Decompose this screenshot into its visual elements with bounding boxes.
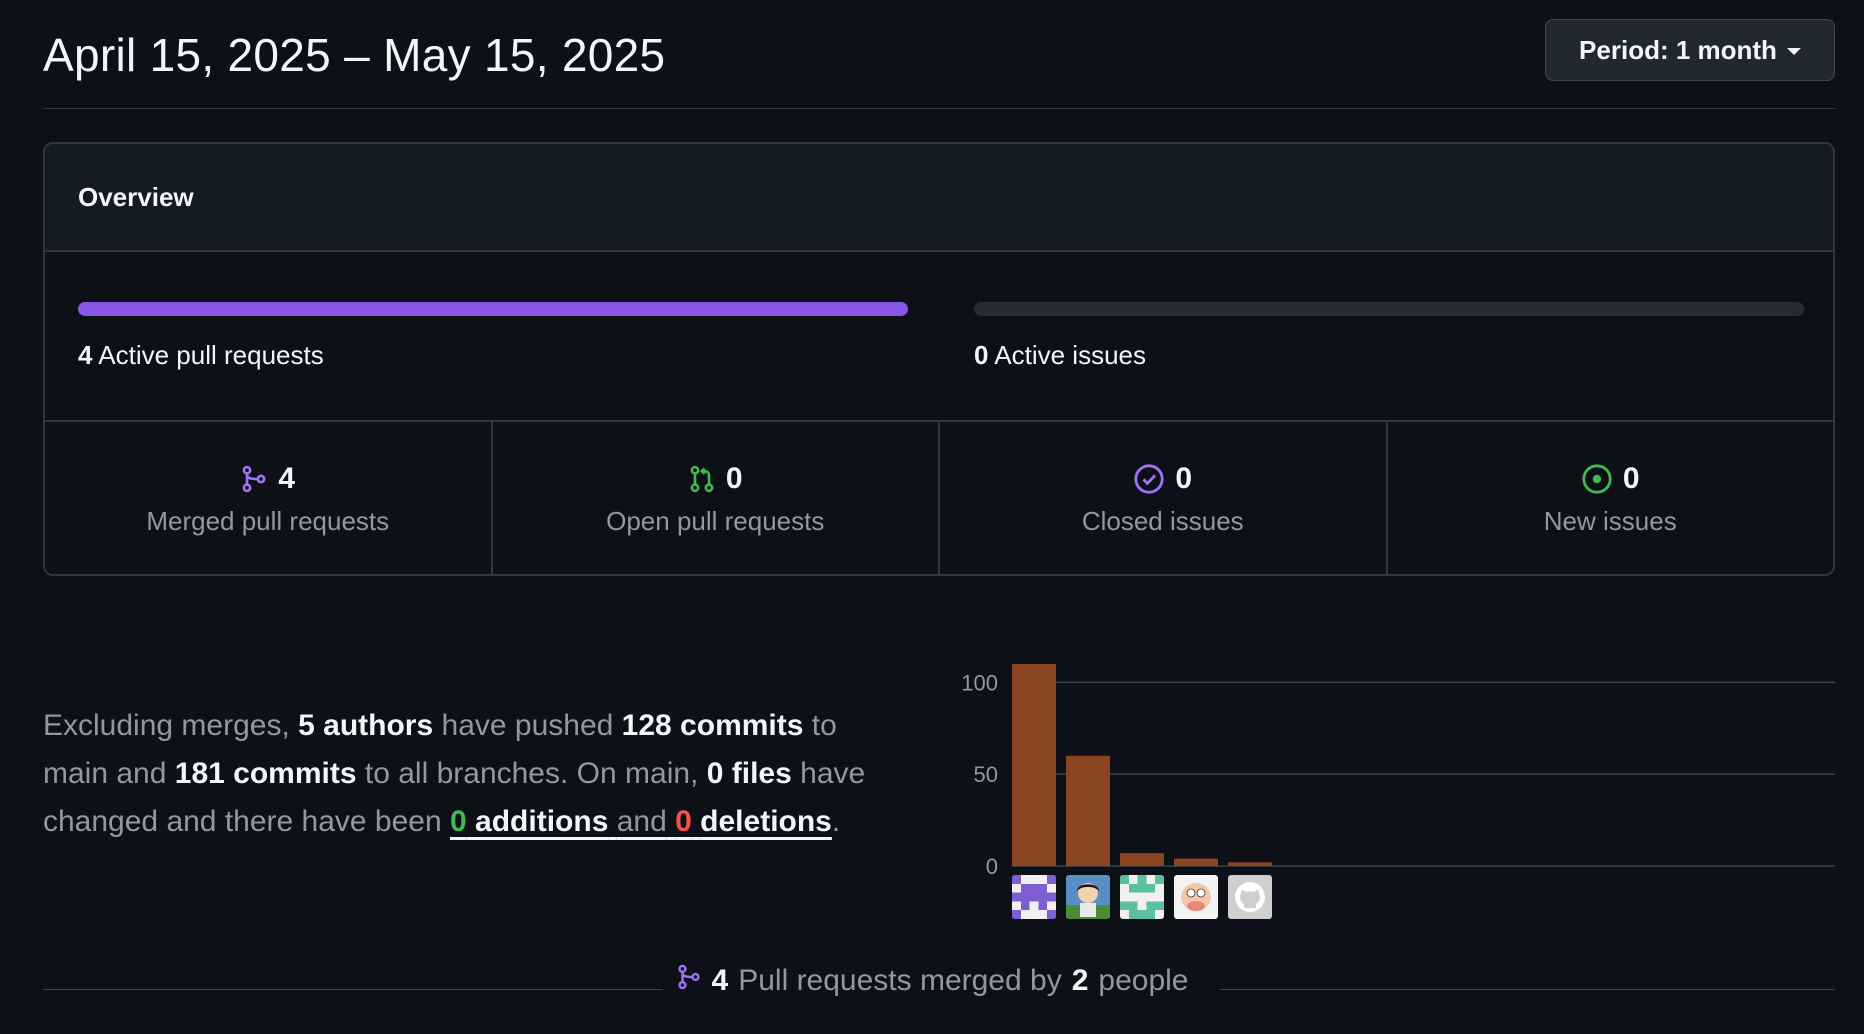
period-dropdown-button[interactable]: Period: 1 month — [1545, 19, 1835, 81]
stat-closed-issues[interactable]: 0 Closed issues — [940, 422, 1388, 574]
pull-requests-progress-bar — [78, 302, 908, 316]
additions-label: additions — [475, 805, 609, 838]
git-merge-icon — [240, 464, 268, 494]
active-issues-link[interactable]: 0 Active issues — [974, 340, 1146, 371]
issues-progress-bar — [974, 302, 1804, 316]
contributor-avatar[interactable] — [1066, 875, 1110, 919]
date-range-title: April 15, 2025 – May 15, 2025 — [43, 29, 666, 81]
overview-box: Overview 4 Active pull requests 0 Active… — [43, 142, 1835, 576]
active-issues-label: Active issues — [994, 340, 1146, 370]
additions-deletions-link[interactable]: 0 additions and 0 deletions — [450, 805, 832, 838]
main-commits-count: 128 commits — [621, 709, 804, 742]
footer-text: people — [1098, 964, 1189, 997]
open-pull-requests-label: Open pull requests — [606, 505, 825, 536]
page-header: April 15, 2025 – May 15, 2025 Period: 1 … — [43, 0, 1835, 109]
summary-text: Excluding merges, — [43, 709, 290, 742]
active-pull-requests-count: 4 — [78, 340, 93, 370]
y-tick-label: 50 — [974, 762, 998, 787]
y-tick-label: 100 — [961, 670, 998, 695]
active-issues-count: 0 — [974, 340, 989, 370]
overview-header: Overview — [45, 144, 1833, 252]
closed-issues-label: Closed issues — [1081, 505, 1244, 536]
summary-text: to all branches. On main, — [364, 757, 699, 790]
stat-new-issues[interactable]: 0 New issues — [1388, 422, 1834, 574]
open-pull-requests-count: 0 — [725, 461, 743, 495]
contributor-avatar[interactable] — [1228, 875, 1272, 919]
new-issues-label: New issues — [1543, 505, 1677, 536]
summary-text: have pushed — [441, 709, 614, 742]
merged-pull-requests-count: 4 — [278, 461, 296, 495]
active-pull-requests-label: Active pull requests — [98, 340, 324, 370]
contributor-avatar[interactable] — [1174, 875, 1218, 919]
chart-bar[interactable] — [1174, 858, 1218, 866]
new-issues-count: 0 — [1622, 461, 1640, 495]
deletions-label: deletions — [700, 805, 832, 838]
chart-bar[interactable] — [1120, 853, 1164, 866]
files-changed-count: 0 files — [706, 757, 792, 790]
summary-text: . — [831, 805, 841, 838]
stat-open-pull-requests[interactable]: 0 Open pull requests — [493, 422, 940, 574]
chevron-down-icon — [1786, 48, 1801, 55]
contributor-avatar[interactable] — [1012, 875, 1056, 919]
merged-pull-requests-label: Merged pull requests — [146, 505, 390, 536]
closed-issues-count: 0 — [1175, 461, 1193, 495]
issue-closed-icon — [1133, 463, 1165, 495]
git-pull-request-icon — [688, 464, 716, 494]
merged-pr-count: 4 — [711, 964, 729, 997]
overview-stats: 4 Merged pull requests 0 Open pull reque… — [45, 422, 1834, 574]
authors-count: 5 authors — [298, 709, 434, 742]
chart-bar[interactable] — [1066, 755, 1110, 866]
additions-count: 0 — [450, 805, 467, 838]
chart-bar[interactable] — [1012, 664, 1056, 866]
activity-bars: 4 Active pull requests 0 Active issues — [45, 252, 1833, 422]
stat-merged-pull-requests[interactable]: 4 Merged pull requests — [45, 422, 493, 574]
pull-requests-progress-fill — [78, 302, 908, 316]
y-tick-label: 0 — [986, 854, 998, 879]
overview-title: Overview — [78, 181, 194, 212]
git-merge-icon — [676, 962, 702, 1000]
active-pull-requests-link[interactable]: 4 Active pull requests — [78, 340, 324, 371]
commit-summary: Excluding merges, 5 authors have pushed … — [43, 702, 903, 846]
issue-opened-icon — [1581, 463, 1613, 495]
deletions-count: 0 — [675, 805, 692, 838]
people-count: 2 — [1071, 964, 1089, 997]
period-label: Period: 1 month — [1579, 34, 1777, 65]
summary-text: and — [616, 805, 667, 838]
footer-text: Pull requests merged by — [738, 964, 1062, 997]
all-commits-count: 181 commits — [174, 757, 357, 790]
merged-pull-requests-footer: 4 Pull requests merged by 2 people — [0, 962, 1864, 1000]
chart-bar[interactable] — [1228, 862, 1272, 866]
contributor-avatar[interactable] — [1120, 875, 1164, 919]
